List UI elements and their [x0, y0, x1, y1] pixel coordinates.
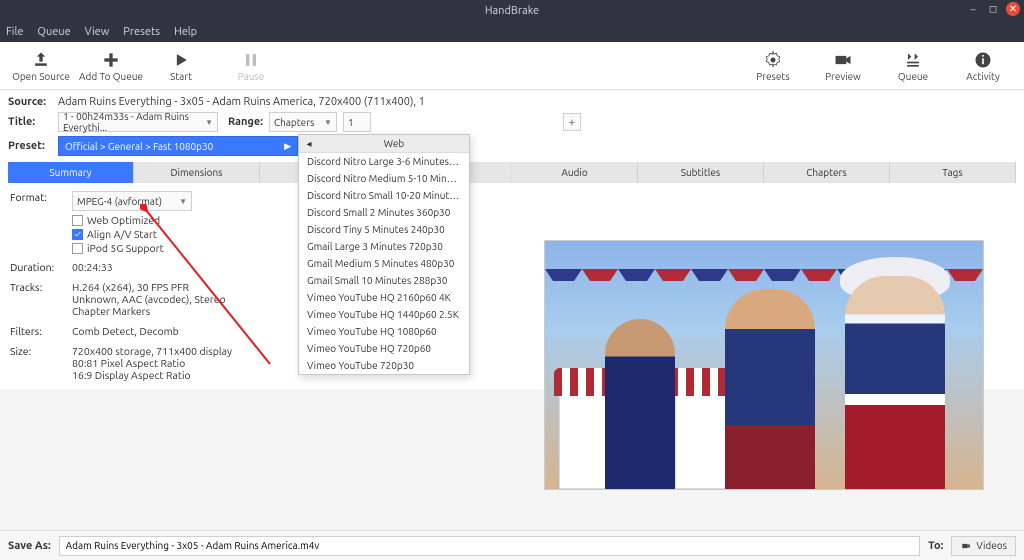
camera-icon	[960, 541, 972, 551]
menu-presets[interactable]: Presets	[123, 26, 160, 38]
range-from-select[interactable]: 1	[343, 112, 371, 132]
window-titlebar: HandBrake – ◻ ✕	[0, 0, 1024, 22]
checkbox-icon	[72, 243, 83, 254]
chevron-left-icon[interactable]: ◂	[299, 138, 319, 150]
tracks-line: Unknown, AAC (avcodec), Stereo	[72, 293, 226, 305]
size-label: Size:	[10, 345, 64, 357]
window-maximize-button[interactable]: ◻	[986, 2, 1000, 16]
format-label: Format:	[10, 191, 64, 211]
person-figure	[605, 319, 675, 489]
gear-icon	[763, 49, 783, 71]
chevron-down-icon: ▼	[205, 118, 213, 127]
preview-button[interactable]: Preview	[808, 44, 878, 88]
main-content: Source: Adam Ruins Everything - 3x05 - A…	[0, 90, 1024, 389]
checkbox-icon	[72, 215, 83, 226]
duration-label: Duration:	[10, 261, 64, 273]
align-av-checkbox[interactable]: ✓Align A/V Start	[70, 227, 1014, 241]
plus-icon	[101, 49, 121, 71]
preset-menu-item[interactable]: Vimeo YouTube HQ 1080p60	[299, 323, 469, 340]
size-line: 16:9 Display Aspect Ratio	[72, 369, 232, 381]
start-button[interactable]: Start	[146, 44, 216, 88]
footer-bar: Save As: To: Videos	[0, 530, 1024, 560]
chevron-down-icon: ▼	[179, 197, 187, 206]
chevron-right-icon: ▶	[284, 141, 291, 152]
tracks-line: H.264 (x264), 30 FPS PFR	[72, 281, 226, 293]
destination-button[interactable]: Videos	[951, 536, 1016, 556]
preset-menu-item[interactable]: Discord Nitro Medium 5-10 Minutes 720p30	[299, 170, 469, 187]
queue-button[interactable]: Queue	[878, 44, 948, 88]
pause-icon	[241, 49, 261, 71]
tab-dimensions[interactable]: Dimensions	[134, 162, 260, 183]
tab-audio[interactable]: Audio	[512, 162, 638, 183]
menu-bar: File Queue View Presets Help	[0, 22, 1024, 42]
range-type-select[interactable]: Chapters▼	[269, 112, 337, 132]
camera-icon	[833, 49, 853, 71]
tab-bar: Summary Dimensions Filters Video Audio S…	[8, 162, 1016, 183]
person-figure	[725, 289, 815, 489]
tracks-line: Chapter Markers	[72, 305, 226, 317]
format-select[interactable]: MPEG-4 (avformat)▼	[72, 191, 192, 211]
size-line: 80:81 Pixel Aspect Ratio	[72, 357, 232, 369]
window-controls: – ◻ ✕	[966, 2, 1020, 16]
menu-view[interactable]: View	[85, 26, 110, 38]
pause-button: Pause	[216, 44, 286, 88]
info-icon	[973, 49, 993, 71]
menu-file[interactable]: File	[6, 26, 23, 38]
preset-menu-item[interactable]: Discord Nitro Large 3-6 Minutes 1080p30	[299, 153, 469, 170]
window-close-button[interactable]: ✕	[1006, 2, 1020, 16]
preset-menu-item[interactable]: Gmail Small 10 Minutes 288p30	[299, 272, 469, 289]
preset-menu-item[interactable]: Vimeo YouTube HQ 1440p60 2.5K	[299, 306, 469, 323]
preset-menu-item[interactable]: Discord Small 2 Minutes 360p30	[299, 204, 469, 221]
window-minimize-button[interactable]: –	[966, 2, 980, 16]
checkbox-checked-icon: ✓	[72, 229, 83, 240]
main-toolbar: Open Source Add To Queue Start Pause Pre…	[0, 42, 1024, 90]
preset-menu-item[interactable]: Discord Nitro Small 10-20 Minutes 480p30	[299, 187, 469, 204]
source-value: Adam Ruins Everything - 3x05 - Adam Ruin…	[58, 96, 425, 108]
save-as-input[interactable]	[59, 536, 920, 556]
play-icon	[171, 49, 191, 71]
presets-button[interactable]: Presets	[738, 44, 808, 88]
to-label: To:	[928, 540, 943, 552]
menu-queue[interactable]: Queue	[37, 26, 70, 38]
person-figure	[845, 276, 945, 490]
open-icon	[31, 49, 51, 71]
activity-button[interactable]: Activity	[948, 44, 1018, 88]
menu-help[interactable]: Help	[174, 26, 197, 38]
size-line: 720x400 storage, 711x400 display	[72, 345, 232, 357]
web-optimized-checkbox[interactable]: Web Optimized	[70, 213, 1014, 227]
duration-value: 00:24:33	[72, 261, 113, 273]
tracks-label: Tracks:	[10, 281, 64, 293]
chevron-down-icon: ▼	[324, 118, 332, 127]
tab-summary[interactable]: Summary	[8, 162, 134, 183]
tab-tags[interactable]: Tags	[890, 162, 1016, 183]
preset-menu-item[interactable]: Gmail Large 3 Minutes 720p30	[299, 238, 469, 255]
source-label: Source:	[8, 96, 52, 108]
save-as-label: Save As:	[8, 540, 51, 552]
submenu-title: Web	[319, 138, 469, 149]
queue-icon	[903, 49, 923, 71]
preset-menu-item[interactable]: Vimeo YouTube HQ 2160p60 4K	[299, 289, 469, 306]
window-title: HandBrake	[0, 5, 1024, 17]
preset-select[interactable]: Official > General > Fast 1080p30▶	[58, 136, 298, 156]
preset-menu-item[interactable]: Vimeo YouTube HQ 720p60	[299, 340, 469, 357]
preset-menu-item[interactable]: Gmail Medium 5 Minutes 480p30	[299, 255, 469, 272]
video-preview	[544, 240, 984, 490]
add-preset-button[interactable]: +	[563, 113, 581, 131]
add-to-queue-button[interactable]: Add To Queue	[76, 44, 146, 88]
preset-label: Preset:	[8, 140, 52, 152]
preset-menu-item[interactable]: Vimeo YouTube 720p30	[299, 357, 469, 374]
filters-label: Filters:	[10, 325, 64, 337]
preset-submenu: ◂ Web Discord Nitro Large 3-6 Minutes 10…	[298, 134, 470, 375]
range-label: Range:	[228, 116, 263, 128]
tab-chapters[interactable]: Chapters	[764, 162, 890, 183]
title-label: Title:	[8, 116, 52, 128]
tab-subtitles[interactable]: Subtitles	[638, 162, 764, 183]
title-select[interactable]: 1 - 00h24m33s - Adam Ruins Everythi...▼	[58, 112, 218, 132]
filters-value: Comb Detect, Decomb	[72, 325, 179, 337]
submenu-header[interactable]: ◂ Web	[299, 135, 469, 153]
preset-menu-item[interactable]: Discord Tiny 5 Minutes 240p30	[299, 221, 469, 238]
open-source-button[interactable]: Open Source	[6, 44, 76, 88]
